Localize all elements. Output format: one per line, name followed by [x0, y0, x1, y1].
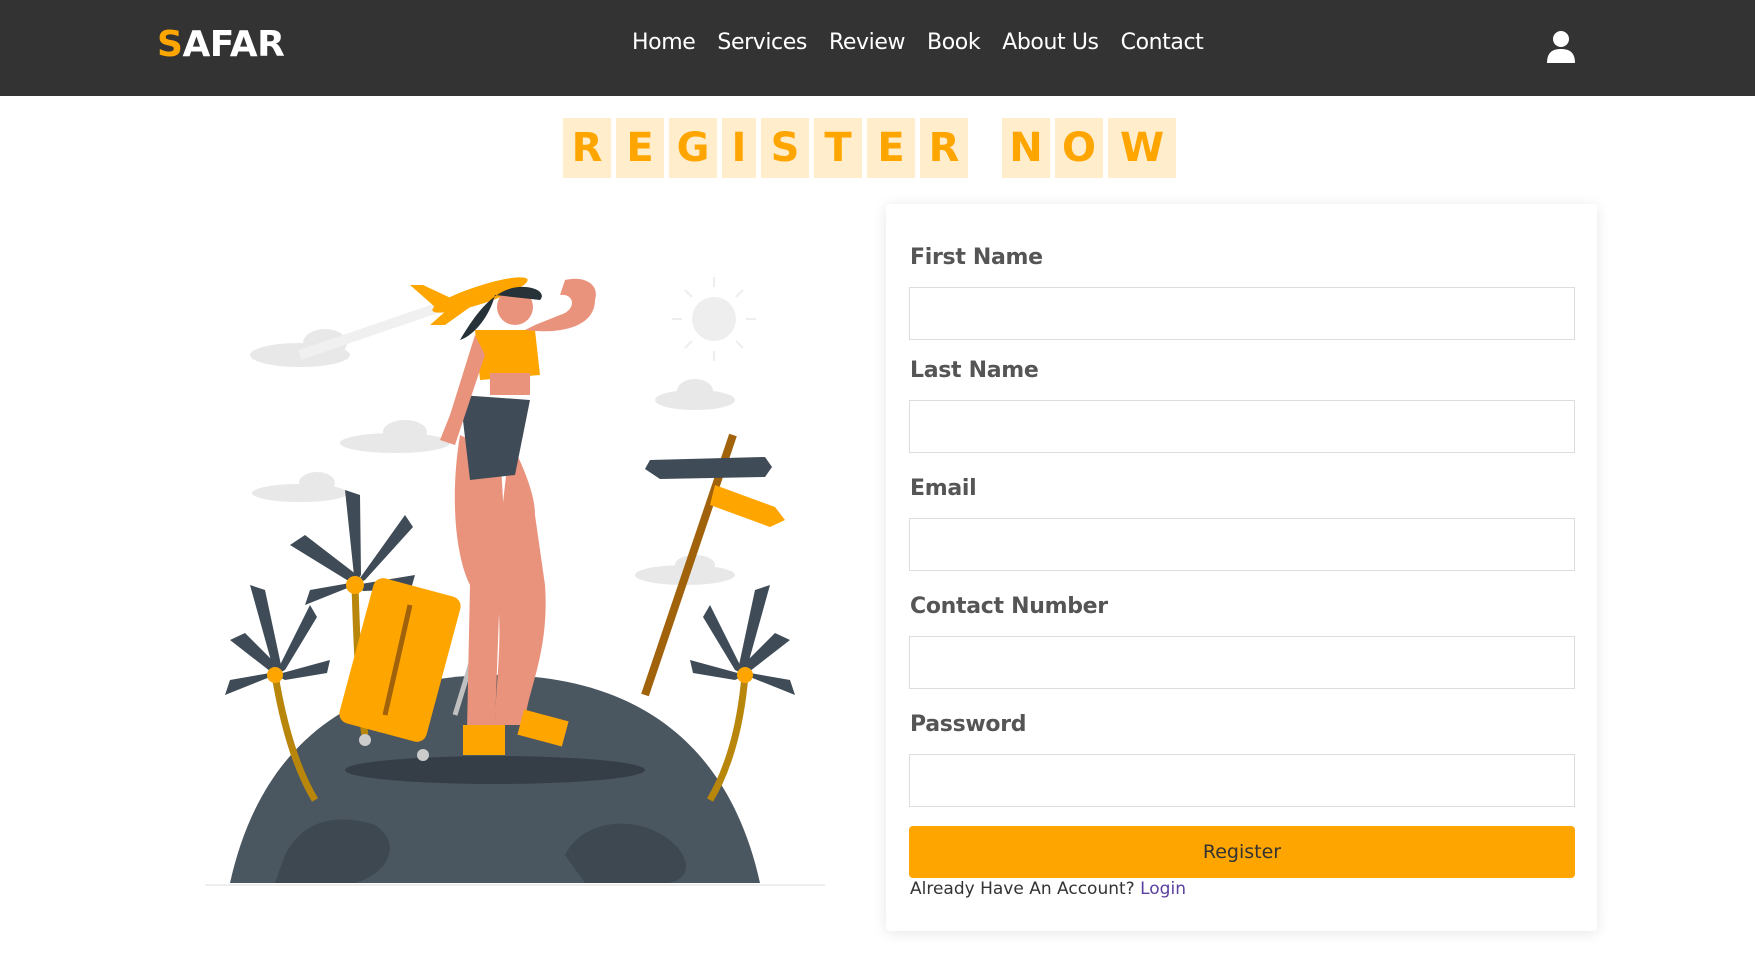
- navbar: SAFAR Home Services Review Book About Us…: [0, 0, 1755, 96]
- contact-number-label: Contact Number: [910, 594, 1108, 619]
- heading-letter: S: [761, 118, 809, 178]
- register-form: First Name Last Name Email Contact Numbe…: [886, 204, 1597, 931]
- heading-letter: R: [920, 118, 968, 178]
- brand-logo-text: AFAR: [182, 24, 285, 65]
- password-input[interactable]: [909, 754, 1575, 807]
- brand-logo-accent: S: [157, 24, 183, 65]
- heading-space: [973, 118, 997, 178]
- nav-link-about-us[interactable]: About Us: [1002, 30, 1099, 55]
- sun-icon: [692, 297, 736, 341]
- first-name-input[interactable]: [909, 287, 1575, 340]
- nav-link-home[interactable]: Home: [632, 30, 696, 55]
- heading-letter: T: [814, 118, 862, 178]
- login-link[interactable]: Login: [1140, 879, 1186, 899]
- heading-letter: O: [1055, 118, 1103, 178]
- nav-link-review[interactable]: Review: [829, 30, 905, 55]
- first-name-label: First Name: [910, 245, 1043, 270]
- register-now-heading: R E G I S T E R N O W: [563, 118, 1181, 178]
- heading-letter: R: [563, 118, 611, 178]
- email-label: Email: [910, 476, 977, 501]
- password-label: Password: [910, 712, 1027, 737]
- traveler-illustration: [205, 277, 825, 886]
- heading-letter: E: [867, 118, 915, 178]
- heading-letter: E: [616, 118, 664, 178]
- register-button[interactable]: Register: [909, 826, 1575, 878]
- heading-letter: W: [1108, 118, 1176, 178]
- login-prompt-text: Already Have An Account?: [910, 879, 1135, 899]
- last-name-input[interactable]: [909, 400, 1575, 453]
- brand-logo[interactable]: SAFAR: [157, 24, 285, 65]
- email-input[interactable]: [909, 518, 1575, 571]
- nav-link-services[interactable]: Services: [717, 30, 807, 55]
- heading-letter: I: [722, 118, 756, 178]
- login-prompt: Already Have An Account? Login: [910, 879, 1186, 899]
- contact-number-input[interactable]: [909, 636, 1575, 689]
- last-name-label: Last Name: [910, 358, 1039, 383]
- heading-letter: N: [1002, 118, 1050, 178]
- nav-links: Home Services Review Book About Us Conta…: [632, 30, 1225, 55]
- nav-link-book[interactable]: Book: [927, 30, 981, 55]
- user-icon[interactable]: [1546, 30, 1576, 64]
- nav-link-contact[interactable]: Contact: [1121, 30, 1204, 55]
- heading-letter: G: [669, 118, 717, 178]
